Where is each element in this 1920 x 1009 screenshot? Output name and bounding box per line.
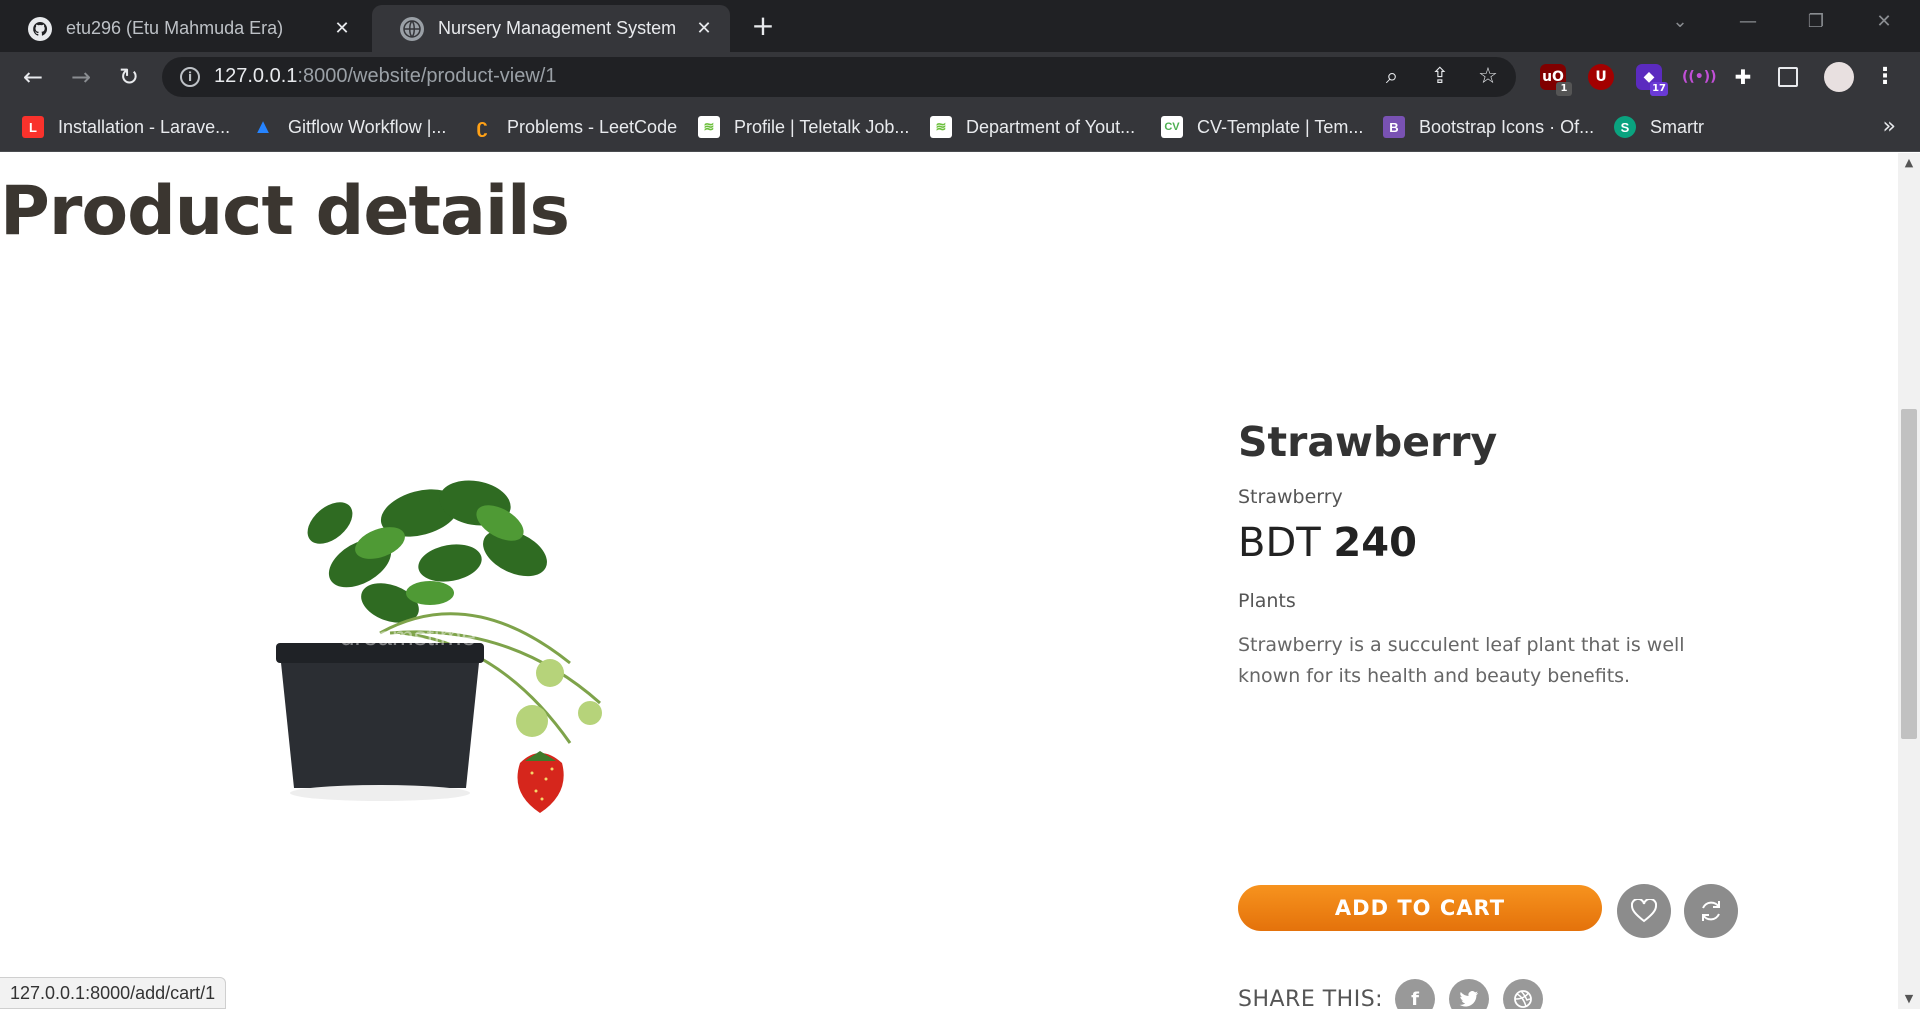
url-text[interactable]: 127.0.0.1:8000/website/product-view/1: [214, 65, 556, 88]
bookmark-item[interactable]: CV CV-Template | Tem...: [1161, 114, 1363, 140]
browser-toolbar: ← → ↻ i 127.0.0.1:8000/website/product-v…: [0, 52, 1920, 102]
new-tab-button[interactable]: +: [748, 12, 778, 42]
extension-icon[interactable]: ◆ 17: [1636, 64, 1668, 96]
facebook-icon[interactable]: f: [1395, 979, 1436, 1009]
dribbble-icon[interactable]: [1503, 979, 1544, 1009]
tab-title: etu296 (Etu Mahmuda Era): [66, 18, 284, 38]
price-currency: BDT: [1238, 520, 1321, 566]
product-price: BDT 240: [1238, 520, 1718, 566]
broadcast-icon[interactable]: ((•)): [1682, 64, 1717, 90]
close-icon[interactable]: ✕: [330, 17, 354, 41]
twitter-icon[interactable]: [1449, 979, 1490, 1009]
product-category: Plants: [1238, 590, 1296, 612]
smartr-icon: S: [1614, 116, 1636, 138]
bootstrap-icon: B: [1383, 116, 1405, 138]
product-description: Strawberry is a succulent leaf plant tha…: [1238, 634, 1685, 687]
cv-icon: CV: [1161, 116, 1183, 138]
share-label: SHARE THIS:: [1238, 986, 1384, 1009]
menu-kebab-icon[interactable]: ⋮: [1872, 64, 1898, 90]
forward-icon[interactable]: →: [66, 62, 96, 92]
page-content: Product details dreamstime Strawberry St…: [0, 153, 1898, 1009]
wishlist-button[interactable]: [1617, 884, 1671, 938]
tab-nursery[interactable]: Nursery Management System ✕: [372, 5, 730, 52]
bookmark-item[interactable]: ≋ Department of Yout...: [930, 114, 1135, 140]
ublock-shield-icon[interactable]: U: [1588, 64, 1614, 90]
bookmark-item[interactable]: ʗ Problems - LeetCode: [471, 114, 677, 140]
scrollbar-thumb[interactable]: [1901, 409, 1917, 739]
globe-icon: [400, 16, 424, 41]
bookmark-label: CV-Template | Tem...: [1197, 116, 1364, 137]
product-actions: ADD TO CART: [1238, 884, 1758, 944]
extension-badge: 17: [1650, 82, 1668, 96]
teletalk-icon: ≋: [698, 116, 720, 138]
bookmark-item[interactable]: B Bootstrap Icons · Of...: [1383, 114, 1594, 140]
url-host: 127.0.0.1: [214, 65, 298, 87]
bookmark-label: Profile | Teletalk Job...: [734, 116, 910, 137]
heart-icon: [1631, 899, 1657, 923]
tab-strip: etu296 (Etu Mahmuda Era) ✕ Nursery Manag…: [0, 0, 1920, 52]
refresh-icon: [1702, 901, 1720, 921]
scroll-up-icon[interactable]: ▲: [1898, 153, 1920, 173]
minimize-icon[interactable]: —: [1728, 8, 1768, 36]
bookmark-label: Gitflow Workflow |...: [288, 116, 447, 137]
zoom-icon[interactable]: ⌕: [1378, 63, 1406, 91]
bookmark-item[interactable]: ▲ Gitflow Workflow |...: [252, 114, 446, 140]
bookmark-label: Problems - LeetCode: [507, 116, 678, 137]
github-icon: [28, 16, 52, 41]
compare-button[interactable]: [1684, 884, 1738, 938]
share-section: SHARE THIS: f: [1238, 977, 1557, 1009]
bookmark-item[interactable]: L Installation - Larave...: [22, 114, 230, 140]
product-image: dreamstime: [270, 443, 710, 823]
vertical-scrollbar[interactable]: ▲ ▼: [1898, 153, 1920, 1009]
url-path: :8000/website/product-view/1: [297, 65, 557, 87]
bookmarks-bar: L Installation - Larave... ▲ Gitflow Workf…: [0, 102, 1920, 152]
bookmark-star-icon[interactable]: ☆: [1474, 63, 1502, 91]
product-subtitle: Strawberry: [1238, 486, 1343, 508]
share-icon[interactable]: ⇪: [1426, 63, 1454, 91]
product-info: Strawberry Strawberry BDT 240 Plants Str…: [1238, 418, 1738, 1009]
avatar[interactable]: [1824, 62, 1854, 92]
bookmark-label: Installation - Larave...: [58, 116, 231, 137]
add-to-cart-button[interactable]: ADD TO CART: [1238, 885, 1602, 931]
close-icon[interactable]: ✕: [692, 17, 716, 41]
side-panel-icon[interactable]: [1778, 67, 1798, 87]
window-close-icon[interactable]: ✕: [1864, 8, 1904, 36]
laravel-icon: L: [22, 116, 44, 138]
bookmark-label: Bootstrap Icons · Of...: [1419, 116, 1595, 137]
page-title: Product details: [0, 172, 570, 251]
reload-icon[interactable]: ↻: [114, 62, 144, 92]
restore-icon[interactable]: ❐: [1796, 8, 1836, 36]
image-watermark: dreamstime: [340, 621, 476, 651]
leetcode-icon: ʗ: [476, 115, 488, 138]
product-name: Strawberry: [1238, 418, 1498, 466]
tab-search-icon[interactable]: ⌄: [1660, 8, 1700, 36]
tab-title: Nursery Management System: [438, 18, 677, 38]
bookmark-label: Smartr: [1650, 116, 1704, 137]
atlassian-icon: ▲: [253, 115, 273, 138]
puzzle-icon[interactable]: ✚: [1730, 64, 1756, 90]
status-bar-url: 127.0.0.1:8000/add/cart/1: [0, 977, 227, 1009]
scroll-down-icon[interactable]: ▼: [1898, 989, 1920, 1009]
address-bar[interactable]: i 127.0.0.1:8000/website/product-view/1 …: [162, 57, 1516, 97]
bookmark-item[interactable]: ≋ Profile | Teletalk Job...: [698, 114, 909, 140]
price-amount: 240: [1333, 520, 1417, 566]
tab-github[interactable]: etu296 (Etu Mahmuda Era) ✕: [0, 5, 368, 52]
ublock-origin-icon[interactable]: uO 1: [1540, 64, 1572, 96]
extension-badge: 1: [1556, 82, 1572, 96]
back-icon[interactable]: ←: [18, 62, 48, 92]
teletalk-icon: ≋: [930, 116, 952, 138]
bookmark-item[interactable]: S Smartr: [1614, 114, 1704, 140]
bookmark-label: Department of Yout...: [966, 116, 1136, 137]
bookmarks-overflow-icon[interactable]: »: [1883, 114, 1896, 139]
site-info-icon[interactable]: i: [180, 67, 200, 87]
